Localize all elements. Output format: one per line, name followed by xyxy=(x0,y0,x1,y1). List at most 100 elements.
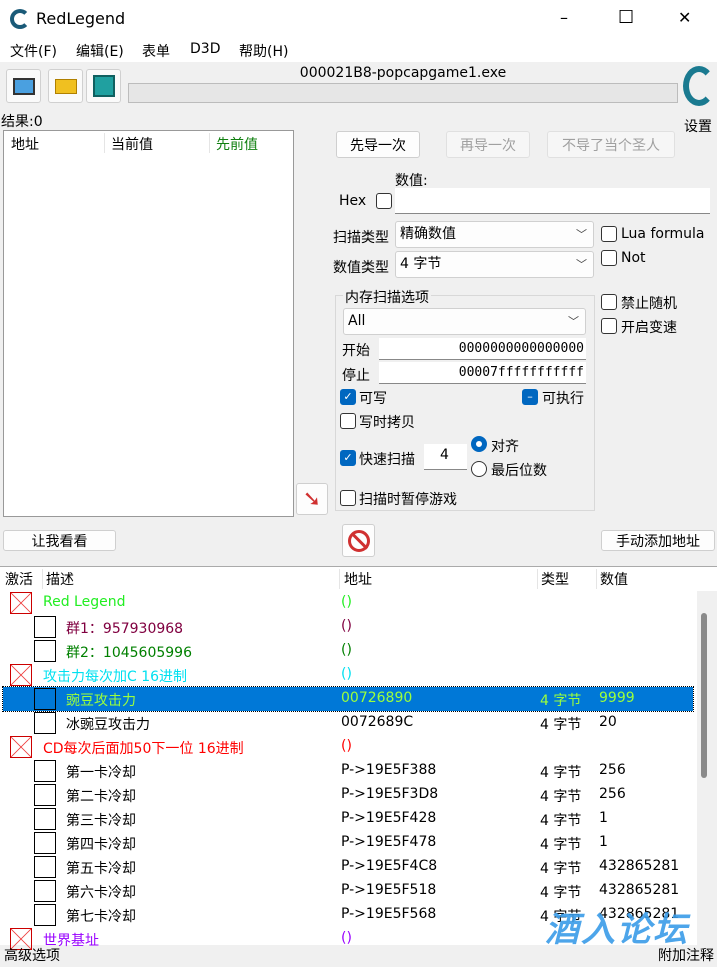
active-checkbox[interactable] xyxy=(34,880,56,902)
active-checkbox[interactable] xyxy=(34,712,56,734)
settings-label[interactable]: 设置 xyxy=(684,116,712,136)
active-checkbox[interactable] xyxy=(34,760,56,782)
group-toggle-icon[interactable] xyxy=(10,736,32,758)
table-row[interactable]: 第六卡冷却 P->19E5F518 4 字节 432865281 xyxy=(3,879,693,903)
scan-type-label: 扫描类型 xyxy=(333,230,389,246)
row-type: 4 字节 xyxy=(540,693,582,709)
results-count: 结果:0 xyxy=(1,114,43,130)
scrollbar-thumb[interactable] xyxy=(701,613,707,778)
lua-formula-checkbox[interactable] xyxy=(601,226,617,242)
menu-help[interactable]: 帮助(H) xyxy=(239,41,288,61)
table-row[interactable]: 冰豌豆攻击力 0072689C 4 字节 20 xyxy=(3,711,693,735)
col-type[interactable]: 类型 xyxy=(541,569,569,589)
table-row[interactable]: Red Legend () xyxy=(3,591,693,615)
close-button[interactable]: ✕ xyxy=(678,8,691,27)
row-type: 4 字节 xyxy=(540,885,582,901)
open-process-button[interactable] xyxy=(6,69,41,103)
writable-checkbox[interactable]: ✓ xyxy=(340,389,356,405)
minimize-button[interactable]: – xyxy=(560,8,568,27)
speedhack-checkbox[interactable] xyxy=(601,318,617,334)
col-address[interactable]: 地址 xyxy=(344,569,372,589)
menu-edit[interactable]: 编辑(E) xyxy=(76,41,124,61)
value-input[interactable] xyxy=(395,188,710,214)
col-previous-value[interactable]: 先前值 xyxy=(216,134,258,154)
align-radio[interactable] xyxy=(471,436,487,452)
clear-button[interactable] xyxy=(342,524,375,557)
vertical-scrollbar[interactable] xyxy=(697,591,717,946)
process-name: 000021B8-popcapgame1.exe xyxy=(299,65,507,81)
row-description: 冰豌豆攻击力 xyxy=(66,717,150,733)
active-checkbox[interactable] xyxy=(34,904,56,926)
row-value: 1 xyxy=(599,834,608,850)
row-description: 第二卡冷却 xyxy=(66,789,136,805)
active-checkbox[interactable] xyxy=(34,856,56,878)
not-checkbox[interactable] xyxy=(601,250,617,266)
copy-on-write-checkbox[interactable] xyxy=(340,413,356,429)
table-row[interactable]: 群2：1045605996 () xyxy=(3,639,693,663)
col-current-value[interactable]: 当前值 xyxy=(111,134,153,154)
menu-d3d[interactable]: D3D xyxy=(190,41,220,57)
hex-checkbox[interactable] xyxy=(376,193,392,209)
monitor-icon xyxy=(12,77,35,95)
active-checkbox[interactable] xyxy=(34,688,56,710)
fast-scan-input[interactable]: 4 xyxy=(424,444,467,470)
writable-label: 可写 xyxy=(359,391,387,407)
pause-game-checkbox[interactable] xyxy=(340,490,356,506)
found-addresses-list[interactable]: 地址 当前值 先前值 xyxy=(3,130,294,517)
table-row[interactable]: CD每次后面加50下一位 16进制 () xyxy=(3,735,693,759)
active-checkbox[interactable] xyxy=(34,832,56,854)
memory-view-button[interactable]: 让我看看 xyxy=(3,530,116,551)
no-random-checkbox[interactable] xyxy=(601,294,617,310)
stop-address-input[interactable]: 00007fffffffffff xyxy=(379,362,586,384)
row-description: 群2：1045605996 xyxy=(66,645,192,661)
next-scan-button[interactable]: 再导一次 xyxy=(446,131,530,158)
active-checkbox[interactable] xyxy=(34,640,56,662)
add-address-manually-button[interactable]: 手动添加地址 xyxy=(601,530,715,551)
active-checkbox[interactable] xyxy=(34,808,56,830)
table-row[interactable]: 第四卡冷却 P->19E5F478 4 字节 1 xyxy=(3,831,693,855)
table-comments[interactable]: 附加注释 xyxy=(658,945,714,965)
value-type-select[interactable]: 4 字节 ﹀ xyxy=(395,251,594,278)
last-digits-radio[interactable] xyxy=(471,461,487,477)
pause-game-label: 扫描时暂停游戏 xyxy=(359,492,457,508)
settings-logo-icon[interactable] xyxy=(683,66,715,106)
row-address: 0072689C xyxy=(341,714,414,730)
table-row[interactable]: 第三卡冷却 P->19E5F428 4 字节 1 xyxy=(3,807,693,831)
hex-label: Hex xyxy=(339,193,367,209)
table-row[interactable]: 第一卡冷却 P->19E5F388 4 字节 256 xyxy=(3,759,693,783)
value-label: 数值: xyxy=(395,173,428,189)
save-button[interactable] xyxy=(86,69,121,103)
region-select[interactable]: All ﹀ xyxy=(343,308,586,335)
executable-checkbox[interactable]: – xyxy=(522,389,538,405)
add-to-list-button[interactable]: ➘ xyxy=(296,483,328,515)
group-toggle-icon[interactable] xyxy=(10,592,32,614)
table-row[interactable]: 第五卡冷却 P->19E5F4C8 4 字节 432865281 xyxy=(3,855,693,879)
save-icon xyxy=(92,75,115,97)
table-row[interactable]: 攻击力每次加C 16进制 () xyxy=(3,663,693,687)
menu-file[interactable]: 文件(F) xyxy=(10,41,57,61)
row-address: P->19E5F4C8 xyxy=(341,858,438,874)
row-value: 20 xyxy=(599,714,617,730)
scan-type-select[interactable]: 精确数值 ﹀ xyxy=(395,221,594,248)
first-scan-button[interactable]: 先导一次 xyxy=(336,131,420,158)
maximize-button[interactable]: ☐ xyxy=(618,7,634,28)
table-row[interactable]: 群1：957930968 () xyxy=(3,615,693,639)
col-value[interactable]: 数值 xyxy=(600,569,628,589)
fast-scan-checkbox[interactable]: ✓ xyxy=(340,450,356,466)
group-toggle-icon[interactable] xyxy=(10,664,32,686)
undo-scan-button[interactable]: 不导了当个圣人 xyxy=(547,131,675,158)
col-address[interactable]: 地址 xyxy=(11,134,39,154)
active-checkbox[interactable] xyxy=(34,784,56,806)
col-active[interactable]: 激活 xyxy=(5,569,33,589)
advanced-options[interactable]: 高级选项 xyxy=(4,945,60,965)
start-address-input[interactable]: 0000000000000000 xyxy=(379,338,586,360)
open-file-button[interactable] xyxy=(48,69,83,103)
address-table[interactable]: 激活 描述 地址 类型 数值 Red Legend () 群1：957930968 (… xyxy=(0,566,717,950)
table-row[interactable]: 第二卡冷却 P->19E5F3D8 4 字节 256 xyxy=(3,783,693,807)
active-checkbox[interactable] xyxy=(34,616,56,638)
menu-table[interactable]: 表单 xyxy=(142,41,170,61)
fast-scan-label: 快速扫描 xyxy=(359,452,415,468)
lua-formula-label: Lua formula xyxy=(621,226,705,242)
table-row[interactable]: 豌豆攻击力 00726890 4 字节 9999 xyxy=(2,686,694,712)
col-description[interactable]: 描述 xyxy=(46,569,74,589)
